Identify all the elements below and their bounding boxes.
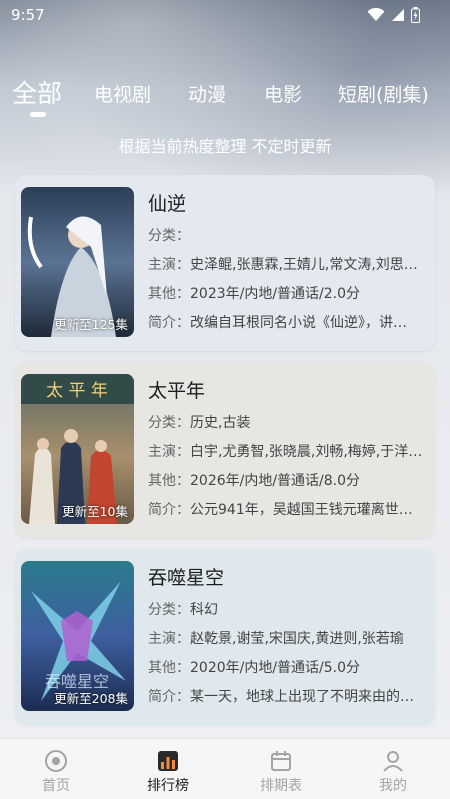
show-title: 仙逆 [148,193,187,215]
intro-label: 简介： [148,689,190,705]
genre-value: 科幻 [190,602,218,618]
other-label: 其他： [148,473,190,489]
other-label: 其他： [148,286,190,302]
intro-label: 简介： [148,502,190,518]
cast-label: 主演： [148,631,190,647]
nav-home-label: 首页 [42,778,70,794]
tab-short-drama[interactable]: 短剧(剧集) [338,80,429,107]
tab-movies[interactable]: 电影 [264,80,302,107]
genre-line: 分类： [148,225,430,245]
nav-ranking[interactable]: 排行榜 [133,749,203,795]
intro-line: 简介：公元941年，吴越国王钱元瓘离世… [148,499,430,519]
ranking-icon [158,751,178,771]
genre-label: 分类： [148,602,190,618]
cast-label: 主演： [148,444,190,460]
other-line: 其他：2020年/内地/普通话/5.0分 [148,657,430,677]
calendar-icon [271,751,291,771]
intro-line: 简介：改编自耳根同名小说《仙逆》，讲… [148,312,430,332]
poster-image: 更新至125集 [21,187,134,337]
other-value: 2023年/内地/普通话/2.0分 [190,286,361,302]
signal-icon [392,9,404,21]
cast-value: 赵乾景,谢莹,宋国庆,黄进则,张若瑜 [190,631,404,647]
episode-badge: 更新至10集 [62,504,128,519]
ranking-card[interactable]: 吞噬星空 更新至208集 吞噬星空 分类：科幻 主演：赵乾景,谢莹,宋国庆,黄进… [15,549,435,725]
nav-ranking-label: 排行榜 [147,778,189,794]
genre-label: 分类： [148,228,190,244]
cast-value: 史泽鲲,张惠霖,王婧儿,常文涛,刘思… [190,257,418,273]
wifi-icon [367,8,385,21]
intro-line: 简介：某一天，地球上出现了不明来由的… [148,686,430,706]
status-bar: 9:57 [0,0,450,30]
cast-value: 白宇,尤勇智,张晓晨,刘畅,梅婷,于洋… [190,444,423,460]
intro-value: 公元941年，吴越国王钱元瓘离世… [190,502,413,518]
cast-line: 主演：赵乾景,谢莹,宋国庆,黄进则,张若瑜 [148,628,430,648]
genre-value: 历史,古装 [190,415,251,431]
nav-schedule-label: 排期表 [260,778,302,794]
nav-profile[interactable]: 我的 [358,749,428,795]
nav-profile-label: 我的 [379,778,407,794]
ranking-card[interactable]: 更新至125集 仙逆 分类： 主演：史泽鲲,张惠霖,王婧儿,常文涛,刘思… 其他… [15,175,435,351]
genre-label: 分类： [148,415,190,431]
tab-anime[interactable]: 动漫 [188,80,226,107]
tab-tv-series[interactable]: 电视剧 [94,80,151,107]
genre-line: 分类：科幻 [148,599,430,619]
other-label: 其他： [148,660,190,676]
status-icons [367,7,420,23]
other-line: 其他：2023年/内地/普通话/2.0分 [148,283,430,303]
other-value: 2020年/内地/普通话/5.0分 [190,660,361,676]
intro-label: 简介： [148,315,190,331]
genre-line: 分类：历史,古装 [148,412,430,432]
ranking-subtitle: 根据当前热度整理 不定时更新 [118,137,332,156]
svg-text:太 平 年: 太 平 年 [46,381,108,401]
category-tabs: 全部 电视剧 动漫 电影 短剧(剧集) [0,74,450,120]
profile-icon [383,751,403,772]
other-line: 其他：2026年/内地/普通话/8.0分 [148,470,430,490]
poster-image: 吞噬星空 更新至208集 [21,561,134,711]
episode-badge: 更新至125集 [54,317,128,332]
cast-label: 主演： [148,257,190,273]
show-title: 吞噬星空 [148,567,225,589]
show-title: 太平年 [148,380,206,402]
ranking-card[interactable]: 太 平 年 更新至10集 太平年 分类：历史,古装 主演：白宇,尤勇智,张晓晨,… [15,362,435,538]
intro-value: 某一天，地球上出现了不明来由的… [190,689,414,705]
bottom-navigation: 首页 排行榜 排期表 我的 [0,738,450,799]
episode-badge: 更新至208集 [54,691,128,706]
battery-icon [411,7,420,23]
home-icon [45,750,67,772]
other-value: 2026年/内地/普通话/8.0分 [190,473,361,489]
nav-schedule[interactable]: 排期表 [246,749,316,795]
status-time: 9:57 [11,6,45,24]
cast-line: 主演：史泽鲲,张惠霖,王婧儿,常文涛,刘思… [148,254,430,274]
tab-all[interactable]: 全部 [12,74,62,110]
poster-image: 太 平 年 更新至10集 [21,374,134,524]
active-tab-indicator [30,112,46,117]
nav-home[interactable]: 首页 [21,749,91,795]
cast-line: 主演：白宇,尤勇智,张晓晨,刘畅,梅婷,于洋… [148,441,430,461]
intro-value: 改编自耳根同名小说《仙逆》，讲… [190,315,407,331]
